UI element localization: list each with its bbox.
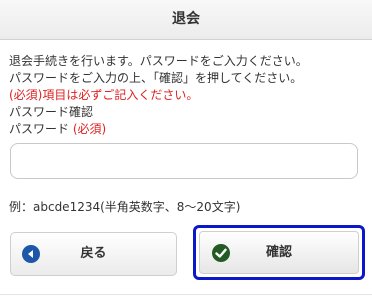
confirm-button-focus-ring: 確認	[193, 225, 365, 280]
section-title: パスワード確認	[9, 105, 94, 119]
page-header: 退会	[0, 0, 372, 40]
page-title: 退会	[172, 11, 200, 27]
required-badge: (必須)	[72, 122, 107, 136]
password-label-row: パスワード (必須)	[9, 121, 365, 138]
instruction-line-2: パスワードをご入力の上、「確認」を押してください。	[9, 71, 303, 85]
confirm-button-label: 確認	[265, 245, 292, 260]
back-button-label: 戻る	[80, 246, 107, 261]
check-icon	[212, 243, 230, 262]
instruction-line-1: 退会手続きを行います。パスワードをご入力ください。	[9, 54, 308, 68]
password-label: パスワード	[9, 122, 70, 136]
instructions-block: 退会手続きを行います。パスワードをご入力ください。 パスワードをご入力の上、「確…	[9, 53, 365, 138]
bottom-divider	[0, 294, 372, 295]
back-button[interactable]: 戻る	[10, 232, 177, 276]
password-example-hint: 例：abcde1234(半角英数字、8～20文字)	[9, 200, 241, 214]
confirm-button[interactable]: 確認	[199, 231, 359, 274]
required-note: (必須)項目は必ずご記入ください。	[9, 88, 199, 102]
password-input[interactable]	[10, 143, 358, 179]
chevron-left-icon	[22, 245, 40, 263]
